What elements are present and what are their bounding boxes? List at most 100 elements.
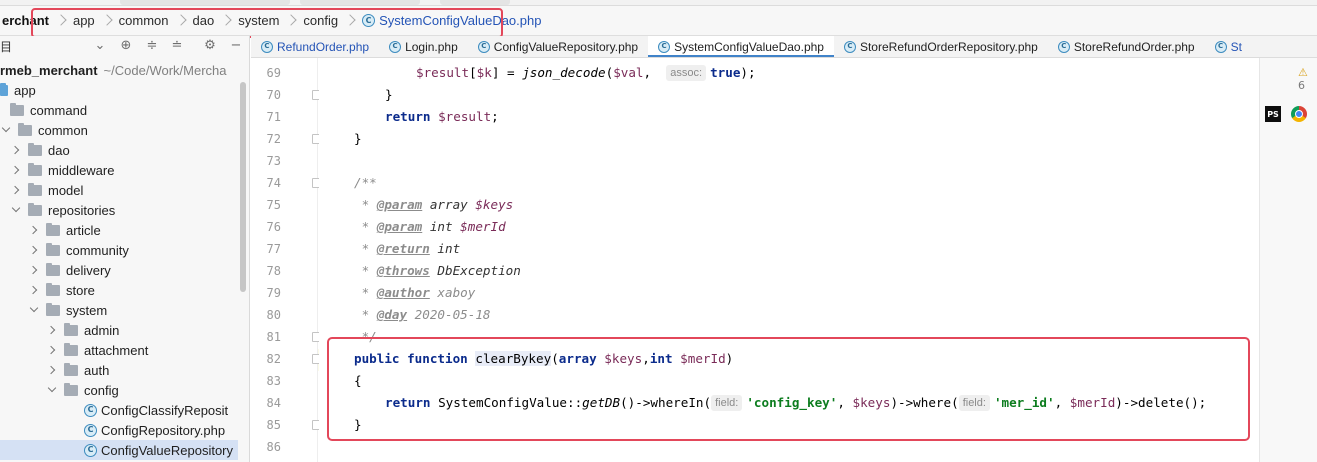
code-editor[interactable]: $result[$k] = json_decode($val, assoc: tr… (319, 58, 1259, 462)
warning-icon: ⚠ (1298, 66, 1308, 79)
folder-icon (64, 362, 78, 376)
tab-login[interactable]: C Login.php (379, 36, 468, 57)
breadcrumb-item[interactable]: erchant (2, 10, 73, 32)
breadcrumb-item[interactable]: app (73, 10, 119, 32)
tree-item-common[interactable]: common (0, 120, 88, 140)
chevron-down-icon[interactable] (10, 204, 22, 216)
folder-icon (28, 162, 42, 176)
tree-item-command[interactable]: command (10, 100, 87, 120)
chevron-right-icon[interactable] (10, 164, 22, 176)
tree-item-community[interactable]: community (28, 240, 129, 260)
folder-icon (46, 222, 60, 236)
tree-item-app[interactable]: app (0, 80, 36, 100)
parameter-hint: field: (958, 395, 990, 411)
code-line: return $result; (385, 109, 499, 124)
tree-item-auth[interactable]: auth (46, 360, 109, 380)
chevron-right-icon[interactable] (46, 324, 58, 336)
code-line: return SystemConfigValue::getDB()->where… (385, 395, 1207, 411)
line-number: 81 (266, 330, 281, 344)
expand-all-icon[interactable]: ≑ (144, 37, 160, 53)
chevron-right-icon[interactable] (28, 284, 40, 296)
project-scrollbar[interactable] (240, 82, 246, 292)
breadcrumb-file[interactable]: C SystemConfigValueDao.php (362, 13, 541, 28)
tree-item-middleware[interactable]: middleware (10, 160, 114, 180)
breadcrumb-item[interactable]: system (238, 10, 303, 32)
project-panel-title: 目 (0, 40, 13, 54)
tab-refundorder[interactable]: C RefundOrder.php (251, 36, 379, 57)
line-number: 72 (266, 132, 281, 146)
chrome-icon[interactable] (1291, 106, 1307, 122)
code-line: public function clearBykey(array $keys,i… (354, 351, 734, 366)
code-line: } (385, 87, 393, 102)
tree-item-system[interactable]: system (28, 300, 107, 320)
line-number: 80 (266, 308, 281, 322)
tree-item-configclassifyrepository[interactable]: C ConfigClassifyReposit (84, 400, 228, 420)
php-class-icon: C (843, 40, 856, 53)
tree-item-attachment[interactable]: attachment (46, 340, 148, 360)
code-line: * @throws DbException (354, 263, 521, 278)
folder-icon (28, 182, 42, 196)
code-line: * @return int (354, 241, 461, 256)
chevron-right-icon[interactable] (28, 264, 40, 276)
code-line: { (354, 373, 362, 388)
php-class-icon: C (389, 40, 402, 53)
tree-item-article[interactable]: article (28, 220, 101, 240)
tree-item-repositories[interactable]: repositories (10, 200, 115, 220)
tab-storerefundorder[interactable]: C StoreRefundOrder.php (1048, 36, 1205, 57)
editor-right-strip: ⚠ 6 PS (1259, 58, 1317, 462)
line-number: 82 (266, 352, 281, 366)
chevron-right-icon[interactable] (28, 244, 40, 256)
chevron-right-icon[interactable] (28, 224, 40, 236)
chevron-right-icon (220, 10, 234, 32)
crosshair-icon[interactable]: ⊕ (118, 37, 134, 53)
minimize-icon[interactable]: − (228, 37, 244, 53)
chevron-right-icon[interactable] (46, 364, 58, 376)
chevron-right-icon (175, 10, 189, 32)
tab-storerefundorderrepository[interactable]: C StoreRefundOrderRepository.php (834, 36, 1048, 57)
tree-item-delivery[interactable]: delivery (28, 260, 111, 280)
chevron-right-icon[interactable] (46, 344, 58, 356)
project-panel: 目 ⌄ ⊕ ≑ ≐ ⚙ − rmeb_merchant ~/Code/Work/… (0, 36, 250, 462)
line-number: 86 (266, 440, 281, 454)
tree-item-configvaluerepository[interactable]: C ConfigValueRepository (0, 440, 238, 460)
chevron-right-icon[interactable] (10, 144, 22, 156)
tab-overflow[interactable]: C St (1205, 36, 1252, 57)
chevron-down-icon[interactable]: ⌄ (92, 37, 108, 53)
chevron-down-icon[interactable] (28, 304, 40, 316)
tab-systemconfigvaluedao[interactable]: C SystemConfigValueDao.php (648, 36, 834, 57)
php-class-icon: C (84, 403, 97, 417)
tree-root[interactable]: rmeb_merchant ~/Code/Work/Mercha (0, 60, 227, 80)
line-number: 85 (266, 418, 281, 432)
tree-item-dao[interactable]: dao (10, 140, 70, 160)
line-number: 83 (266, 374, 281, 388)
chevron-right-icon (344, 10, 358, 32)
tree-item-configrepository[interactable]: C ConfigRepository.php (84, 420, 225, 440)
php-class-icon: C (261, 40, 273, 53)
tree-item-store[interactable]: store (28, 280, 95, 300)
gear-icon[interactable]: ⚙ (202, 37, 218, 53)
collapse-all-icon[interactable]: ≐ (169, 37, 185, 53)
tab-configvaluerepository[interactable]: C ConfigValueRepository.php (468, 36, 648, 57)
breadcrumb-item[interactable]: common (119, 10, 193, 32)
line-number: 78 (266, 264, 281, 278)
folder-icon (64, 342, 78, 356)
tree-item-admin[interactable]: admin (46, 320, 119, 340)
chevron-right-icon (285, 10, 299, 32)
breadcrumb-item[interactable]: dao (193, 10, 239, 32)
php-class-icon: C (477, 40, 490, 53)
chevron-right-icon[interactable] (10, 184, 22, 196)
php-class-icon: C (1057, 40, 1070, 53)
tree-item-model[interactable]: model (10, 180, 83, 200)
tree-item-config[interactable]: config (46, 380, 119, 400)
breadcrumb-item[interactable]: config (303, 10, 362, 32)
phpstorm-icon[interactable]: PS (1265, 106, 1281, 122)
folder-icon (18, 122, 32, 136)
chevron-down-icon[interactable] (0, 124, 12, 136)
chevron-down-icon[interactable] (46, 384, 58, 396)
line-number: 73 (266, 154, 281, 168)
line-number: 69 (266, 66, 281, 80)
folder-icon (0, 82, 8, 96)
breadcrumb: erchant app common dao system config C Sy… (0, 6, 1317, 36)
warning-indicator[interactable]: ⚠ 6 (1298, 66, 1317, 92)
php-class-icon: C (84, 443, 97, 457)
